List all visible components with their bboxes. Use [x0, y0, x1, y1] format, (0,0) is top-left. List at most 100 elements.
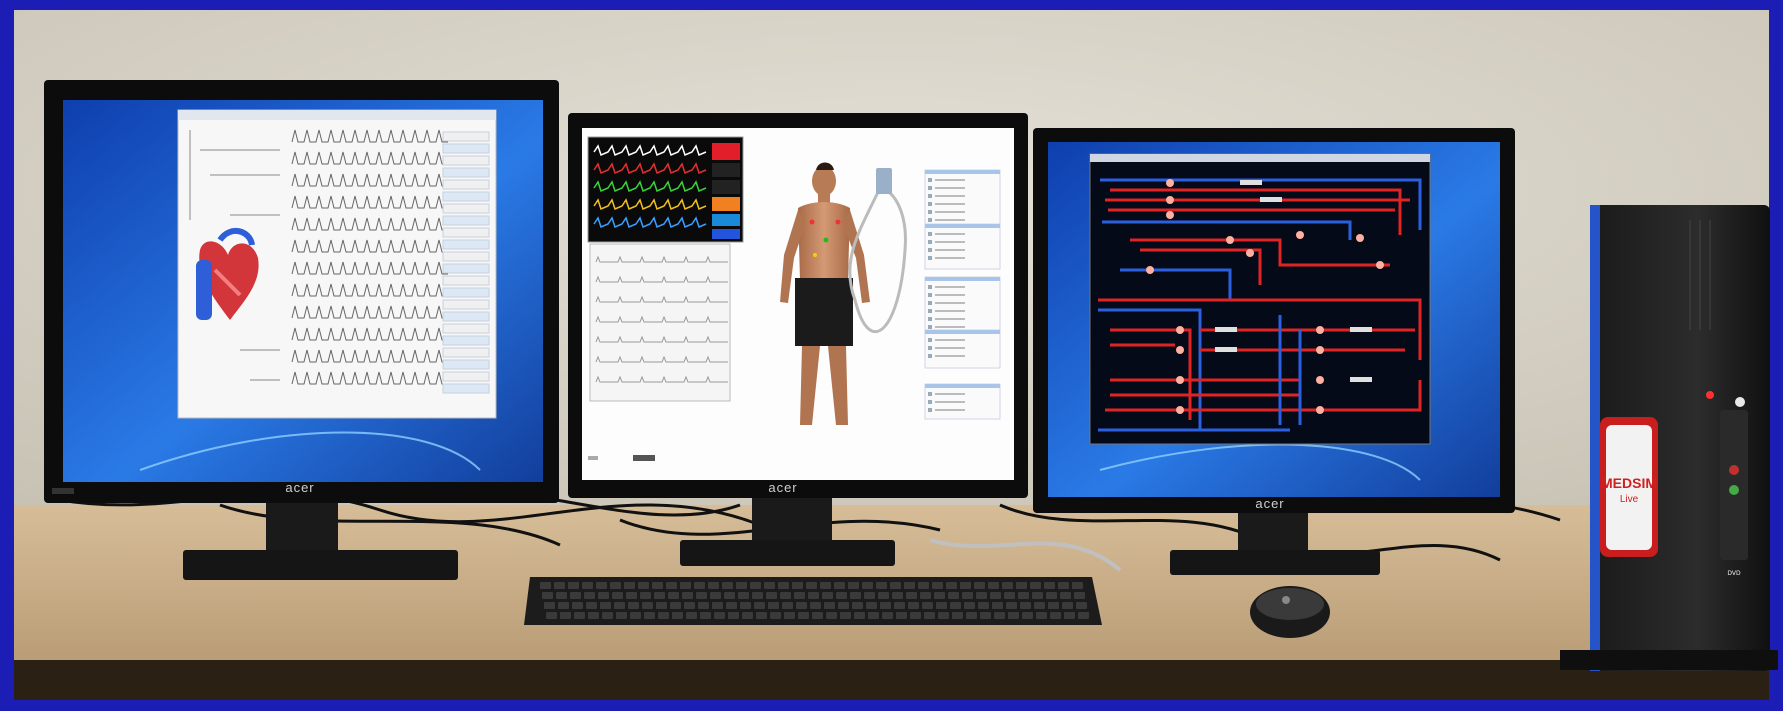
keyboard-key[interactable] [668, 592, 679, 599]
keyboard-key[interactable] [1032, 592, 1043, 599]
parameter-row[interactable] [442, 383, 490, 394]
keyboard-key[interactable] [640, 592, 651, 599]
keyboard-key[interactable] [808, 592, 819, 599]
keyboard-key[interactable] [656, 602, 667, 609]
keyboard-key[interactable] [714, 612, 725, 619]
keyboard-key[interactable] [724, 592, 735, 599]
parameter-row[interactable] [442, 215, 490, 226]
keyboard-key[interactable] [794, 592, 805, 599]
keyboard-key[interactable] [992, 602, 1003, 609]
keyboard-key[interactable] [624, 582, 635, 589]
checkbox[interactable] [928, 309, 932, 313]
parameter-row[interactable] [442, 347, 490, 358]
keyboard-key[interactable] [626, 592, 637, 599]
keyboard-key[interactable] [1050, 612, 1061, 619]
keyboard-key[interactable] [740, 602, 751, 609]
parameter-row[interactable] [442, 131, 490, 142]
organ-node[interactable] [1176, 376, 1184, 384]
checkbox[interactable] [928, 301, 932, 305]
keyboard-key[interactable] [560, 612, 571, 619]
organ-node[interactable] [1176, 346, 1184, 354]
keyboard-key[interactable] [652, 582, 663, 589]
keyboard-key[interactable] [792, 582, 803, 589]
keyboard-key[interactable] [614, 602, 625, 609]
keyboard-key[interactable] [960, 582, 971, 589]
keyboard-key[interactable] [588, 612, 599, 619]
keyboard-key[interactable] [610, 582, 621, 589]
keyboard-key[interactable] [754, 602, 765, 609]
checkbox[interactable] [928, 354, 932, 358]
keyboard-key[interactable] [868, 612, 879, 619]
keyboard-key[interactable] [920, 592, 931, 599]
parameter-row[interactable] [442, 251, 490, 262]
organ-node[interactable] [1246, 249, 1254, 257]
keyboard-key[interactable] [922, 602, 933, 609]
keyboard-key[interactable] [644, 612, 655, 619]
keyboard-key[interactable] [628, 602, 639, 609]
checkbox[interactable] [928, 408, 932, 412]
parameter-row[interactable] [442, 143, 490, 154]
keyboard-key[interactable] [962, 592, 973, 599]
checkbox[interactable] [928, 256, 932, 260]
keyboard-key[interactable] [864, 592, 875, 599]
keyboard-key[interactable] [948, 592, 959, 599]
keyboard-key[interactable] [1062, 602, 1073, 609]
keyboard-key[interactable] [654, 592, 665, 599]
keyboard-key[interactable] [812, 612, 823, 619]
keyboard-key[interactable] [908, 602, 919, 609]
organ-node[interactable] [1176, 406, 1184, 414]
checkbox[interactable] [928, 210, 932, 214]
control-panel[interactable] [924, 223, 1001, 270]
keyboard-key[interactable] [878, 592, 889, 599]
keyboard-key[interactable] [756, 612, 767, 619]
organ-node[interactable] [1166, 211, 1174, 219]
parameter-row[interactable] [442, 239, 490, 250]
keyboard-key[interactable] [672, 612, 683, 619]
keyboard-key[interactable] [1006, 602, 1017, 609]
parameter-row[interactable] [442, 263, 490, 274]
keyboard-key[interactable] [906, 592, 917, 599]
checkbox[interactable] [928, 202, 932, 206]
keyboard-key[interactable] [854, 612, 865, 619]
keyboard-key[interactable] [630, 612, 641, 619]
checkbox[interactable] [928, 178, 932, 182]
organ-node[interactable] [1316, 326, 1324, 334]
keyboard-key[interactable] [572, 602, 583, 609]
keyboard-key[interactable] [784, 612, 795, 619]
checkbox[interactable] [928, 248, 932, 252]
mouse[interactable] [1250, 586, 1330, 638]
keyboard-key[interactable] [1036, 612, 1047, 619]
keyboard-key[interactable] [738, 592, 749, 599]
keyboard-key[interactable] [978, 602, 989, 609]
keyboard-key[interactable] [1020, 602, 1031, 609]
keyboard-key[interactable] [558, 602, 569, 609]
keyboard-key[interactable] [918, 582, 929, 589]
keyboard-key[interactable] [554, 582, 565, 589]
keyboard-key[interactable] [890, 582, 901, 589]
keyboard-key[interactable] [1022, 612, 1033, 619]
keyboard-key[interactable] [568, 582, 579, 589]
keyboard-key[interactable] [764, 582, 775, 589]
keyboard-key[interactable] [880, 602, 891, 609]
checkbox[interactable] [928, 186, 932, 190]
keyboard-key[interactable] [680, 582, 691, 589]
keyboard-key[interactable] [934, 592, 945, 599]
organ-node[interactable] [1356, 234, 1364, 242]
parameter-row[interactable] [442, 335, 490, 346]
keyboard-key[interactable] [866, 602, 877, 609]
keyboard-key[interactable] [540, 582, 551, 589]
parameter-row[interactable] [442, 227, 490, 238]
keyboard-key[interactable] [682, 592, 693, 599]
keyboard-key[interactable] [686, 612, 697, 619]
checkbox[interactable] [928, 232, 932, 236]
organ-node[interactable] [1316, 406, 1324, 414]
keyboard-key[interactable] [1046, 592, 1057, 599]
keyboard-key[interactable] [836, 592, 847, 599]
checkbox[interactable] [928, 240, 932, 244]
organ-node[interactable] [1166, 179, 1174, 187]
parameter-row[interactable] [442, 371, 490, 382]
parameter-row[interactable] [442, 311, 490, 322]
keyboard-key[interactable] [782, 602, 793, 609]
keyboard-key[interactable] [542, 592, 553, 599]
keyboard-key[interactable] [840, 612, 851, 619]
